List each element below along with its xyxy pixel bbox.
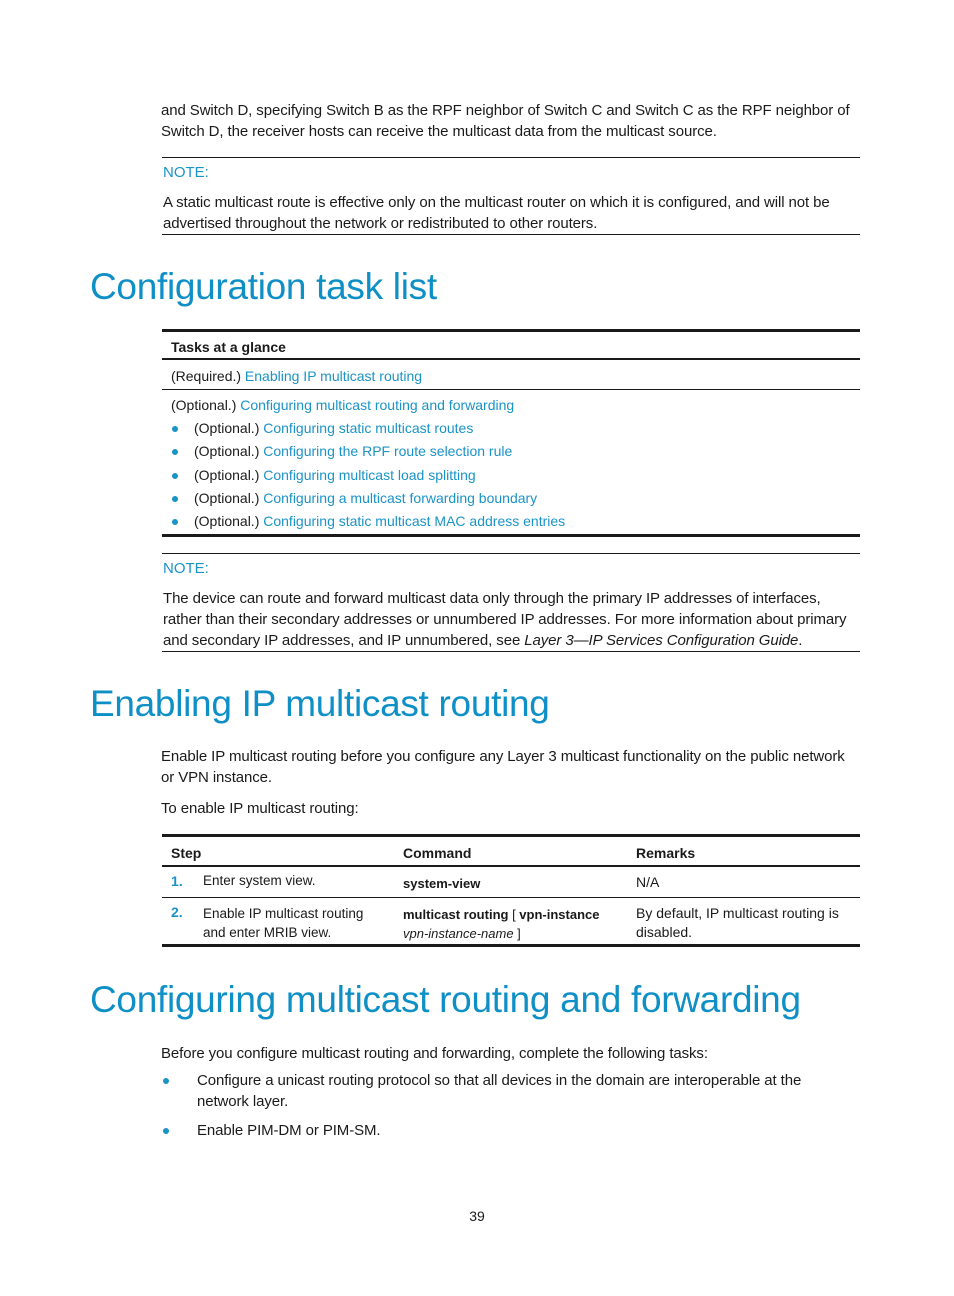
table-row: 2. Enable IP multicast routing and enter… bbox=[162, 898, 860, 944]
note-label: NOTE: bbox=[163, 164, 209, 181]
bullet-line: network layer. bbox=[197, 1093, 289, 1110]
column-header-remarks: Remarks bbox=[636, 845, 696, 861]
bullet-icon bbox=[163, 1128, 169, 1134]
table-top-rule bbox=[162, 834, 860, 837]
command-text: system-view bbox=[403, 876, 481, 891]
command-bracket: [ bbox=[508, 907, 520, 922]
note-line-1: A static multicast route is effective on… bbox=[163, 194, 830, 211]
note-text: The device can route and forward multica… bbox=[163, 588, 847, 651]
step-number: 1. bbox=[171, 873, 183, 889]
note-top-rule bbox=[162, 553, 860, 554]
step-description: Enable IP multicast routing and enter MR… bbox=[203, 904, 363, 942]
step-line: Enable IP multicast routing bbox=[203, 906, 364, 921]
link-configuring-multicast-load-splitting[interactable]: Configuring multicast load splitting bbox=[263, 467, 475, 483]
note-bottom-rule bbox=[162, 651, 860, 652]
step-line: and enter MRIB view. bbox=[203, 925, 332, 940]
paragraph-line-1: Enable IP multicast routing before you c… bbox=[161, 748, 845, 765]
intro-paragraph: and Switch D, specifying Switch B as the… bbox=[161, 100, 850, 142]
task-row-optional: (Optional.) Configuring multicast routin… bbox=[171, 397, 514, 413]
command-keyword: multicast routing bbox=[403, 907, 509, 922]
task-prefix: (Optional.) bbox=[171, 397, 241, 413]
link-configuring-multicast-forwarding-boundary[interactable]: Configuring a multicast forwarding bound… bbox=[263, 490, 537, 506]
bullet-line: Configure a unicast routing protocol so … bbox=[197, 1072, 802, 1089]
task-prefix: (Optional.) bbox=[194, 513, 264, 529]
command-text: multicast routing [ vpn-instance vpn-ins… bbox=[403, 905, 599, 943]
link-configuring-static-multicast-mac-address-entries[interactable]: Configuring static multicast MAC address… bbox=[263, 513, 565, 529]
link-configuring-static-multicast-routes[interactable]: Configuring static multicast routes bbox=[263, 420, 473, 436]
command-keyword: vpn-instance bbox=[519, 907, 600, 922]
step-number: 2. bbox=[171, 904, 183, 920]
subtask-item: (Optional.) Configuring multicast load s… bbox=[171, 467, 476, 483]
prerequisite-item: Configure a unicast routing protocol so … bbox=[161, 1070, 861, 1112]
note-label: NOTE: bbox=[163, 560, 209, 577]
subtask-item: (Optional.) Configuring the RPF route se… bbox=[171, 443, 512, 459]
note-line-3: and secondary IP addresses, and IP unnum… bbox=[163, 630, 846, 651]
bullet-icon bbox=[172, 519, 178, 525]
intro-line-1: and Switch D, specifying Switch B as the… bbox=[161, 102, 850, 119]
subtask-item: (Optional.) Configuring static multicast… bbox=[171, 513, 565, 529]
bullet-icon bbox=[172, 449, 178, 455]
prerequisite-item: Enable PIM-DM or PIM-SM. bbox=[161, 1120, 861, 1141]
column-header-command: Command bbox=[403, 845, 472, 861]
link-configuring-rpf-route-selection-rule[interactable]: Configuring the RPF route selection rule bbox=[263, 443, 512, 459]
task-prefix: (Optional.) bbox=[194, 467, 264, 483]
steps-table: Step Command Remarks 1. Enter system vie… bbox=[162, 834, 860, 949]
task-row-required: (Required.) Enabling IP multicast routin… bbox=[171, 368, 422, 384]
subtask-item: (Optional.) Configuring static multicast… bbox=[171, 420, 473, 436]
paragraph-line-2: or VPN instance. bbox=[161, 769, 272, 786]
note-text-span: . bbox=[798, 632, 803, 649]
bullet-icon bbox=[172, 473, 178, 479]
command-argument: vpn-instance-name bbox=[403, 926, 514, 941]
bullet-icon bbox=[172, 426, 178, 432]
note-text-span: and secondary IP addresses, and IP unnum… bbox=[163, 632, 525, 649]
bullet-icon bbox=[172, 496, 178, 502]
guide-reference: Layer 3—IP Services Configuration Guide bbox=[524, 632, 799, 649]
section-title-enabling-ip-multicast-routing: Enabling IP multicast routing bbox=[90, 683, 550, 724]
remarks-line: disabled. bbox=[636, 924, 693, 940]
table-top-rule bbox=[162, 329, 860, 332]
section-title-configuration-task-list: Configuration task list bbox=[90, 266, 437, 307]
note-line-1: The device can route and forward multica… bbox=[163, 590, 821, 607]
tasks-table: Tasks at a glance (Required.) Enabling I… bbox=[162, 329, 860, 539]
note-text: A static multicast route is effective on… bbox=[163, 192, 830, 234]
bullet-line: Enable PIM-DM or PIM-SM. bbox=[197, 1122, 381, 1139]
intro-line-2: Switch D, the receiver hosts can receive… bbox=[161, 123, 717, 140]
column-header-step: Step bbox=[171, 845, 202, 861]
table-bottom-rule bbox=[162, 944, 860, 947]
step-description: Enter system view. bbox=[203, 873, 316, 888]
remarks-text: N/A bbox=[636, 874, 660, 890]
subtask-item: (Optional.) Configuring a multicast forw… bbox=[171, 490, 537, 506]
task-prefix: (Optional.) bbox=[194, 443, 264, 459]
table-bottom-rule bbox=[162, 534, 860, 537]
link-enabling-ip-multicast-routing[interactable]: Enabling IP multicast routing bbox=[245, 368, 422, 384]
bullet-icon bbox=[163, 1078, 169, 1084]
page-number: 39 bbox=[469, 1208, 485, 1224]
remarks-line: By default, IP multicast routing is bbox=[636, 905, 839, 921]
section2-paragraph: Enable IP multicast routing before you c… bbox=[161, 746, 845, 788]
table-header: Tasks at a glance bbox=[171, 339, 286, 355]
note-top-rule bbox=[162, 157, 860, 158]
section2-lead: To enable IP multicast routing: bbox=[161, 800, 359, 817]
task-prefix: (Optional.) bbox=[194, 420, 264, 436]
note-line-2: advertised throughout the network or red… bbox=[163, 215, 598, 232]
table-row: 1. Enter system view. system-view N/A bbox=[162, 867, 860, 897]
section3-lead: Before you configure multicast routing a… bbox=[161, 1045, 708, 1062]
note-line-2: rather than their secondary addresses or… bbox=[163, 611, 847, 628]
header-rule bbox=[162, 358, 860, 360]
task-prefix: (Required.) bbox=[171, 368, 245, 384]
link-configuring-multicast-routing-and-forwarding[interactable]: Configuring multicast routing and forwar… bbox=[240, 397, 514, 413]
note-bottom-rule bbox=[162, 234, 860, 235]
section-title-configuring-multicast-routing-and-forwarding: Configuring multicast routing and forwar… bbox=[90, 979, 801, 1020]
remarks-text: By default, IP multicast routing is disa… bbox=[636, 904, 839, 942]
command-bracket: ] bbox=[513, 926, 521, 941]
row-divider bbox=[162, 389, 860, 390]
task-prefix: (Optional.) bbox=[194, 490, 264, 506]
